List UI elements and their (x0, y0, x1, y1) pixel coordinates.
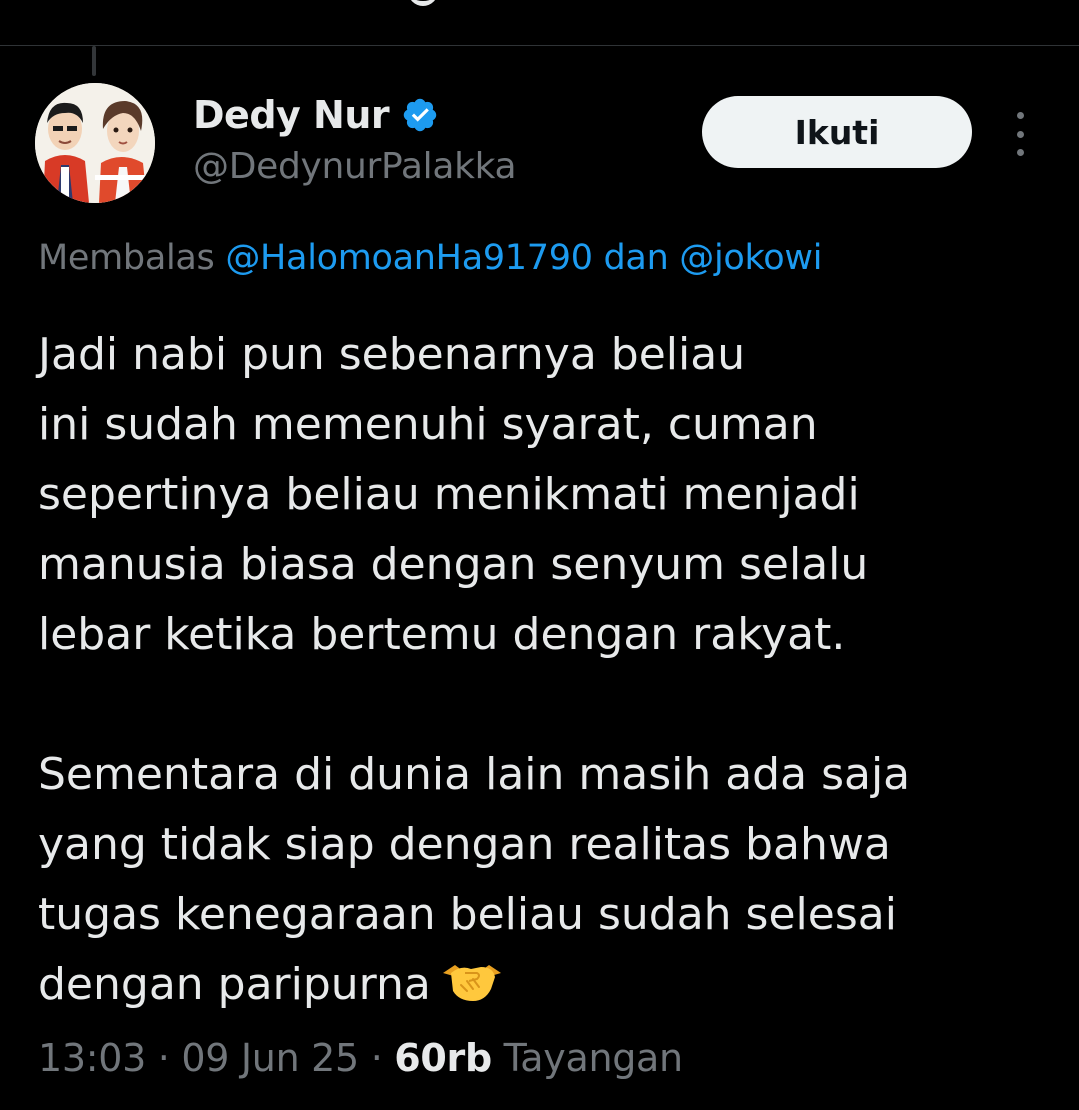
reply-prefix: Membalas (38, 238, 215, 278)
author-display-name[interactable]: Dedy Nur (193, 93, 390, 137)
tweet-text: Jadi nabi pun sebenarnya beliau ini suda… (38, 320, 1048, 1020)
author-name-row[interactable]: Dedy Nur (193, 92, 439, 138)
handshake-icon (441, 956, 503, 1002)
tweet-meta: 13:03 · 09 Jun 25 · 60rb Tayangan (38, 1036, 683, 1080)
more-options-icon[interactable] (1008, 112, 1032, 156)
views-count[interactable]: 60rb (394, 1036, 492, 1080)
tweet-paragraph: Sementara di dunia lain masih ada saja y… (38, 740, 1048, 1020)
author-handle[interactable]: @DedynurPalakka (193, 146, 517, 187)
more-dot (1016, 149, 1024, 156)
tweet-line: dengan paripurna (38, 959, 431, 1010)
tweet-line: Sementara di dunia lain masih ada saja (38, 749, 911, 800)
tweet-line: tugas kenegaraan beliau sudah selesai (38, 889, 897, 940)
tweet-time[interactable]: 13:03 (38, 1036, 146, 1080)
tweet-date[interactable]: 09 Jun 25 (181, 1036, 359, 1080)
reply-joiner: dan (603, 238, 669, 278)
tweet-line: Jadi nabi pun sebenarnya beliau (38, 329, 746, 380)
tweet-line: manusia biasa dengan senyum selalu (38, 539, 869, 590)
more-dot (1016, 112, 1024, 119)
thread-connector-line (92, 46, 96, 76)
follow-button[interactable]: Ikuti (702, 96, 972, 168)
avatar-illustration (35, 83, 155, 203)
replying-to: Membalas @HalomoanHa91790 dan @jokowi (38, 238, 822, 278)
meta-separator: · (157, 1036, 170, 1080)
tweet-line: ini sudah memenuhi syarat, cuman (38, 399, 818, 450)
mention-link[interactable]: @HalomoanHa91790 (225, 238, 593, 278)
divider (0, 45, 1079, 46)
meta-separator: · (370, 1036, 383, 1080)
tweet-paragraph: Jadi nabi pun sebenarnya beliau ini suda… (38, 320, 1048, 670)
verified-badge-icon (401, 96, 439, 134)
views-label: Tayangan (503, 1036, 683, 1080)
previous-tweet-fragment (408, 0, 438, 6)
avatar[interactable] (35, 83, 155, 203)
tweet-line: yang tidak siap dengan realitas bahwa (38, 819, 891, 870)
more-dot (1016, 130, 1024, 138)
tweet-line-with-emoji: dengan paripurna (38, 950, 1048, 1020)
tweet-line: lebar ketika bertemu dengan rakyat. (38, 609, 846, 660)
tweet-line: sepertinya beliau menikmati menjadi (38, 469, 860, 520)
mention-link[interactable]: @jokowi (679, 238, 822, 278)
